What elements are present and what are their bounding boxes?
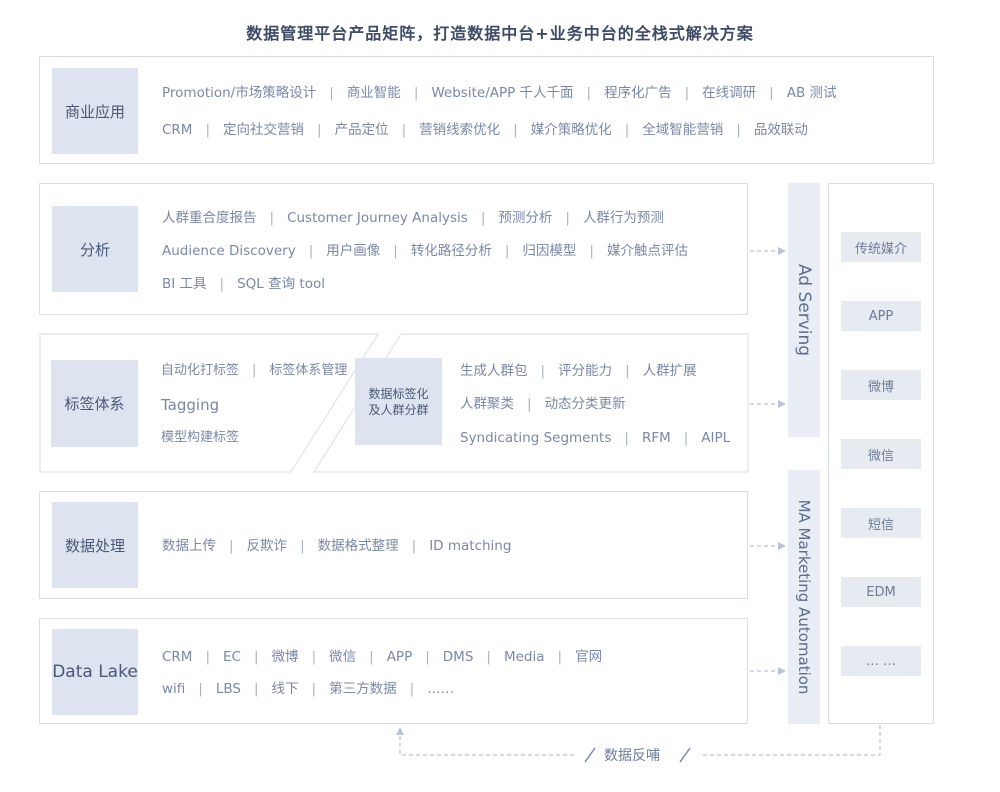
feedback-label: 数据反哺 <box>604 748 660 764</box>
connector-arrows <box>396 247 881 766</box>
